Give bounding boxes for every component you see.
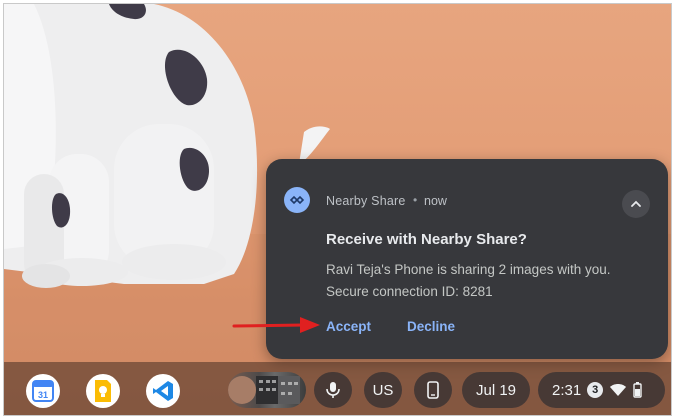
chevron-up-icon xyxy=(631,200,641,207)
notification-title: Receive with Nearby Share? xyxy=(326,231,527,248)
phone-icon xyxy=(427,381,439,399)
keep-app[interactable] xyxy=(86,374,120,408)
notification-separator: • xyxy=(413,193,418,207)
collapse-notification-button[interactable] xyxy=(622,190,650,218)
screen: Nearby Share • now Receive with Nearby S… xyxy=(3,3,672,416)
input-method-button[interactable]: US xyxy=(364,372,402,408)
calendar-day: 31 xyxy=(38,390,48,400)
calendar-app[interactable]: 31 xyxy=(26,374,60,408)
wifi-icon xyxy=(610,384,627,396)
notification-message-line2: Secure connection ID: 8281 xyxy=(326,284,493,299)
status-area-button[interactable]: 2:31 3 xyxy=(538,372,665,408)
image-preview-icon xyxy=(228,376,300,404)
date-tray-button[interactable]: Jul 19 xyxy=(462,372,530,408)
shelf: 31 US Jul 19 2:31 3 xyxy=(4,362,671,415)
notification-time: now xyxy=(424,194,447,208)
clock-time: 2:31 xyxy=(552,381,582,399)
annotation-arrow xyxy=(232,317,320,333)
input-method-label: US xyxy=(372,381,394,399)
holding-space-previews[interactable] xyxy=(228,372,306,408)
microphone-icon xyxy=(326,382,340,398)
vscode-app[interactable] xyxy=(146,374,180,408)
notification-count-badge: 3 xyxy=(587,382,604,398)
decline-button[interactable]: Decline xyxy=(407,319,455,334)
calendar-icon: 31 xyxy=(32,380,54,402)
keep-icon xyxy=(95,380,111,402)
voice-input-button[interactable] xyxy=(314,372,352,408)
notification-message: Ravi Teja's Phone is sharing 2 images wi… xyxy=(326,259,610,303)
phone-hub-button[interactable] xyxy=(414,372,452,408)
notification-app-name: Nearby Share xyxy=(326,194,406,208)
notification-message-line1: Ravi Teja's Phone is sharing 2 images wi… xyxy=(326,262,611,277)
nearby-share-icon xyxy=(284,187,310,213)
date-label: Jul 19 xyxy=(475,381,517,399)
nearby-share-notification: Nearby Share • now Receive with Nearby S… xyxy=(266,159,668,359)
vscode-icon xyxy=(153,381,173,401)
battery-icon xyxy=(633,382,642,398)
accept-button[interactable]: Accept xyxy=(326,319,371,334)
notification-actions: Accept Decline xyxy=(326,319,455,334)
